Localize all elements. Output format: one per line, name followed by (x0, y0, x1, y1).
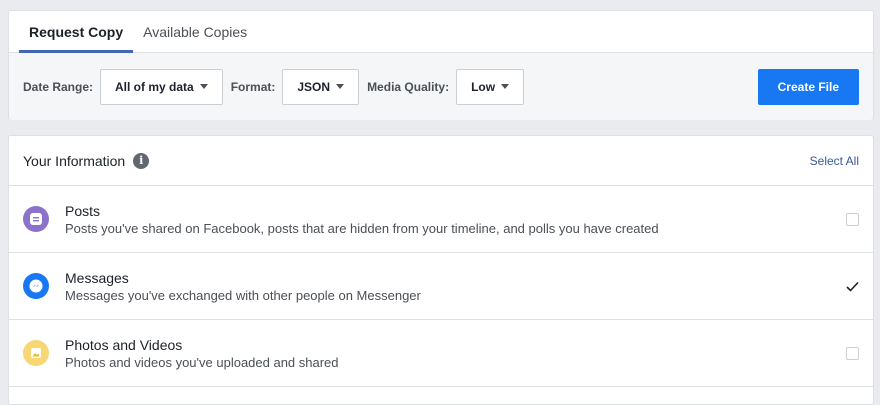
media-quality-value: Low (471, 79, 496, 94)
section-title: Your Information (23, 152, 126, 169)
item-title: Photos and Videos (65, 336, 183, 353)
date-range-label: Date Range: (23, 79, 94, 94)
item-text: Photos and Videos Photos and videos you'… (65, 336, 339, 371)
messenger-icon (23, 273, 49, 299)
format-dropdown[interactable]: JSON (282, 68, 360, 105)
list-item-photos-videos: Photos and Videos Photos and videos you'… (9, 320, 873, 387)
posts-icon (23, 206, 49, 232)
media-quality-dropdown[interactable]: Low (456, 68, 525, 105)
item-title: Posts (65, 202, 101, 219)
your-information-panel: Your Information i Select All Posts Post… (8, 135, 874, 405)
date-range-value: All of my data (115, 79, 194, 94)
item-description: Posts you've shared on Facebook, posts t… (65, 220, 659, 236)
list-item-posts: Posts Posts you've shared on Facebook, p… (9, 186, 873, 253)
list-item-messages: Messages Messages you've exchanged with … (9, 253, 873, 320)
media-quality-label: Media Quality: (367, 79, 450, 94)
info-icon[interactable]: i (133, 152, 150, 169)
chevron-down-icon (501, 84, 510, 89)
item-description: Photos and videos you've uploaded and sh… (65, 354, 339, 370)
format-label: Format: (230, 79, 276, 94)
download-settings-panel: Request Copy Available Copies Date Range… (8, 10, 874, 120)
filter-bar: Date Range: All of my data Format: JSON … (9, 53, 873, 120)
create-file-button[interactable]: Create File (757, 68, 859, 105)
select-all-link[interactable]: Select All (810, 154, 859, 168)
tab-available-copies[interactable]: Available Copies (133, 24, 257, 52)
date-range-dropdown[interactable]: All of my data (100, 68, 223, 105)
chevron-down-icon (336, 84, 345, 89)
item-text: Messages Messages you've exchanged with … (65, 269, 421, 304)
item-title: Messages (65, 269, 129, 286)
info-header: Your Information i Select All (9, 136, 873, 186)
photos-icon (23, 340, 49, 366)
format-value: JSON (297, 79, 331, 94)
tab-request-copy[interactable]: Request Copy (19, 24, 134, 53)
messages-checkbox[interactable] (845, 279, 859, 293)
tab-bar: Request Copy Available Copies (9, 11, 873, 53)
posts-checkbox[interactable] (846, 212, 859, 226)
item-text: Posts Posts you've shared on Facebook, p… (65, 202, 659, 237)
chevron-down-icon (199, 84, 208, 89)
item-description: Messages you've exchanged with other peo… (65, 287, 421, 303)
photos-videos-checkbox[interactable] (846, 346, 859, 360)
